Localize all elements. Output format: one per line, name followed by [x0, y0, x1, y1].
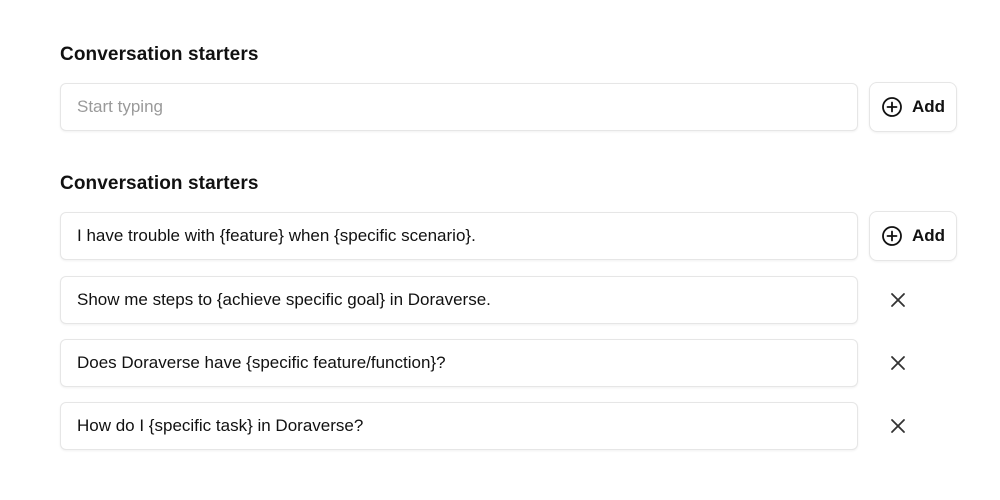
remove-starter-button[interactable] [884, 286, 912, 314]
add-button-label: Add [911, 226, 946, 245]
plus-circle-icon [881, 225, 903, 247]
plus-circle-icon [881, 96, 903, 118]
close-icon [891, 356, 905, 370]
remove-starter-button[interactable] [884, 349, 912, 377]
add-starter-button[interactable]: Add [869, 82, 957, 132]
add-button-label: Add [911, 97, 946, 116]
starter-input[interactable] [77, 97, 841, 117]
starter-item-text: I have trouble with {feature} when {spec… [77, 226, 476, 245]
starter-item[interactable]: I have trouble with {feature} when {spec… [60, 212, 858, 260]
remove-starter-button[interactable] [884, 412, 912, 440]
starter-item-text: How do I {specific task} in Doraverse? [77, 416, 364, 435]
starter-item[interactable]: Does Doraverse have {specific feature/fu… [60, 339, 858, 387]
starter-item[interactable]: How do I {specific task} in Doraverse? [60, 402, 858, 450]
section-title-conversation-starters: Conversation starters [60, 44, 259, 65]
section-title-conversation-starters-list: Conversation starters [60, 173, 259, 194]
add-starter-button[interactable]: Add [869, 211, 957, 261]
starter-item[interactable]: Show me steps to {achieve specific goal}… [60, 276, 858, 324]
starter-item-text: Does Doraverse have {specific feature/fu… [77, 353, 446, 372]
close-icon [891, 419, 905, 433]
close-icon [891, 293, 905, 307]
starter-input-container [60, 83, 858, 131]
starter-item-text: Show me steps to {achieve specific goal}… [77, 290, 491, 309]
